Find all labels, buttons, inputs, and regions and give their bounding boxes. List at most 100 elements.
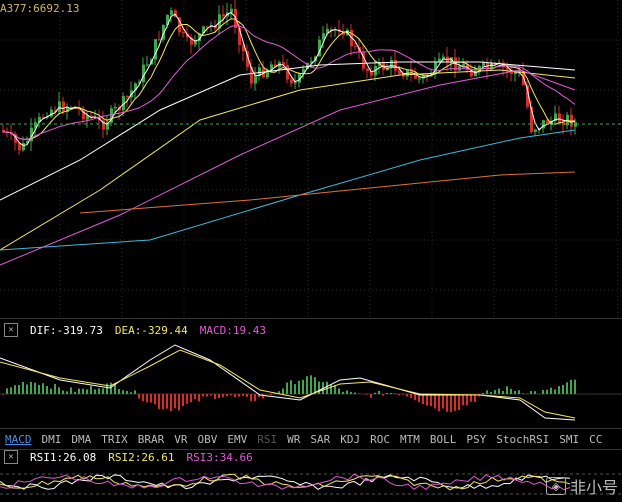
macd-bar [98, 388, 100, 394]
macd-bar [494, 390, 496, 394]
macd-bar [350, 392, 352, 394]
macd-bar [94, 389, 96, 394]
ma-line-magenta [2, 25, 576, 140]
macd-bar [450, 394, 452, 413]
macd-bar [142, 394, 144, 402]
tab-roc[interactable]: ROC [365, 433, 395, 446]
candle-body [442, 56, 445, 59]
macd-bar [574, 379, 576, 394]
macd-bar [250, 394, 252, 401]
tab-mtm[interactable]: MTM [395, 433, 425, 446]
candle-body [534, 129, 537, 132]
macd-bar [534, 391, 536, 394]
macd-bar [54, 384, 56, 394]
candle-body [62, 101, 65, 112]
close-icon[interactable]: ✕ [4, 323, 18, 337]
macd-bar [150, 394, 152, 403]
tab-cc[interactable]: CC [584, 433, 607, 446]
tab-obv[interactable]: OBV [193, 433, 223, 446]
macd-plot[interactable] [0, 340, 622, 428]
macd-bar [226, 394, 228, 397]
watermark-text: 非小号 [569, 478, 618, 497]
macd-bar [126, 390, 128, 394]
macd-bar [118, 389, 120, 394]
macd-bar [170, 394, 172, 412]
candle-body [354, 46, 357, 48]
tab-dmi[interactable]: DMI [37, 433, 67, 446]
macd-bar [338, 388, 340, 394]
macd-bar [454, 394, 456, 411]
tab-smi[interactable]: SMI [554, 433, 584, 446]
tab-trix[interactable]: TRIX [96, 433, 133, 446]
macd-bar [422, 394, 424, 405]
macd-chart[interactable] [0, 340, 622, 428]
candle-body [558, 113, 561, 123]
candle-body [438, 58, 441, 62]
tab-stochrsi[interactable]: StochRSI [491, 433, 554, 446]
macd-bar [562, 384, 564, 394]
macd-bar [262, 394, 264, 399]
macd-bar [438, 394, 440, 412]
macd-bar [442, 394, 444, 409]
macd-bar [510, 388, 512, 394]
candle-body [366, 68, 369, 71]
macd-bar [446, 394, 448, 412]
rsi-chart[interactable]: ◈ 非小号 [0, 466, 622, 502]
macd-bar [50, 388, 52, 394]
macd-bar [178, 394, 180, 411]
macd-bar [34, 382, 36, 394]
macd-bar [22, 382, 24, 394]
macd-bar [398, 394, 400, 396]
candle-body [222, 14, 225, 17]
macd-bar [242, 394, 244, 396]
macd-bar [518, 390, 520, 394]
macd-bar [426, 394, 428, 406]
candle-body [114, 107, 117, 109]
macd-bar [374, 392, 376, 394]
macd-bar [206, 394, 208, 397]
dea-value: DEA:-329.44 [114, 323, 188, 337]
tab-kdj[interactable]: KDJ [335, 433, 365, 446]
macd-bar [214, 394, 216, 399]
macd-bar [522, 393, 524, 394]
macd-bar [542, 389, 544, 394]
macd-bar [486, 390, 488, 394]
macd-bar [566, 382, 568, 394]
macd-bar [6, 388, 8, 394]
tab-brar[interactable]: BRAR [133, 433, 170, 446]
tab-emv[interactable]: EMV [222, 433, 252, 446]
candle-body [294, 82, 297, 84]
macd-bar [190, 394, 192, 403]
macd-bar [554, 389, 556, 394]
close-icon[interactable]: ✕ [4, 450, 18, 464]
candle-body [482, 62, 485, 66]
macd-bar [102, 388, 104, 394]
macd-bar [238, 394, 240, 397]
candle-body [290, 79, 293, 84]
macd-bar [270, 394, 272, 395]
macd-bar [210, 394, 212, 396]
macd-bar [90, 385, 92, 394]
macd-bar [506, 386, 508, 394]
macd-bar [466, 394, 468, 406]
tab-macd[interactable]: MACD [0, 433, 37, 446]
macd-bar [130, 392, 132, 394]
main-chart[interactable]: A377:6692.13 [0, 0, 622, 318]
macd-bar [14, 385, 16, 394]
macd-bar [198, 394, 200, 402]
tab-psy[interactable]: PSY [461, 433, 491, 446]
tab-boll[interactable]: BOLL [425, 433, 462, 446]
rsi-plot[interactable] [0, 466, 622, 502]
macd-bar [154, 394, 156, 405]
macd-bar [10, 387, 12, 394]
tab-vr[interactable]: VR [169, 433, 192, 446]
tab-dma[interactable]: DMA [66, 433, 96, 446]
macd-bar [86, 389, 88, 394]
macd-bar [342, 391, 344, 394]
macd-bar [122, 390, 124, 394]
tab-wr[interactable]: WR [282, 433, 305, 446]
tab-sar[interactable]: SAR [305, 433, 335, 446]
candlestick-chart[interactable] [0, 0, 622, 318]
candle-body [50, 109, 53, 117]
tab-rsi[interactable]: RSI [252, 433, 282, 446]
